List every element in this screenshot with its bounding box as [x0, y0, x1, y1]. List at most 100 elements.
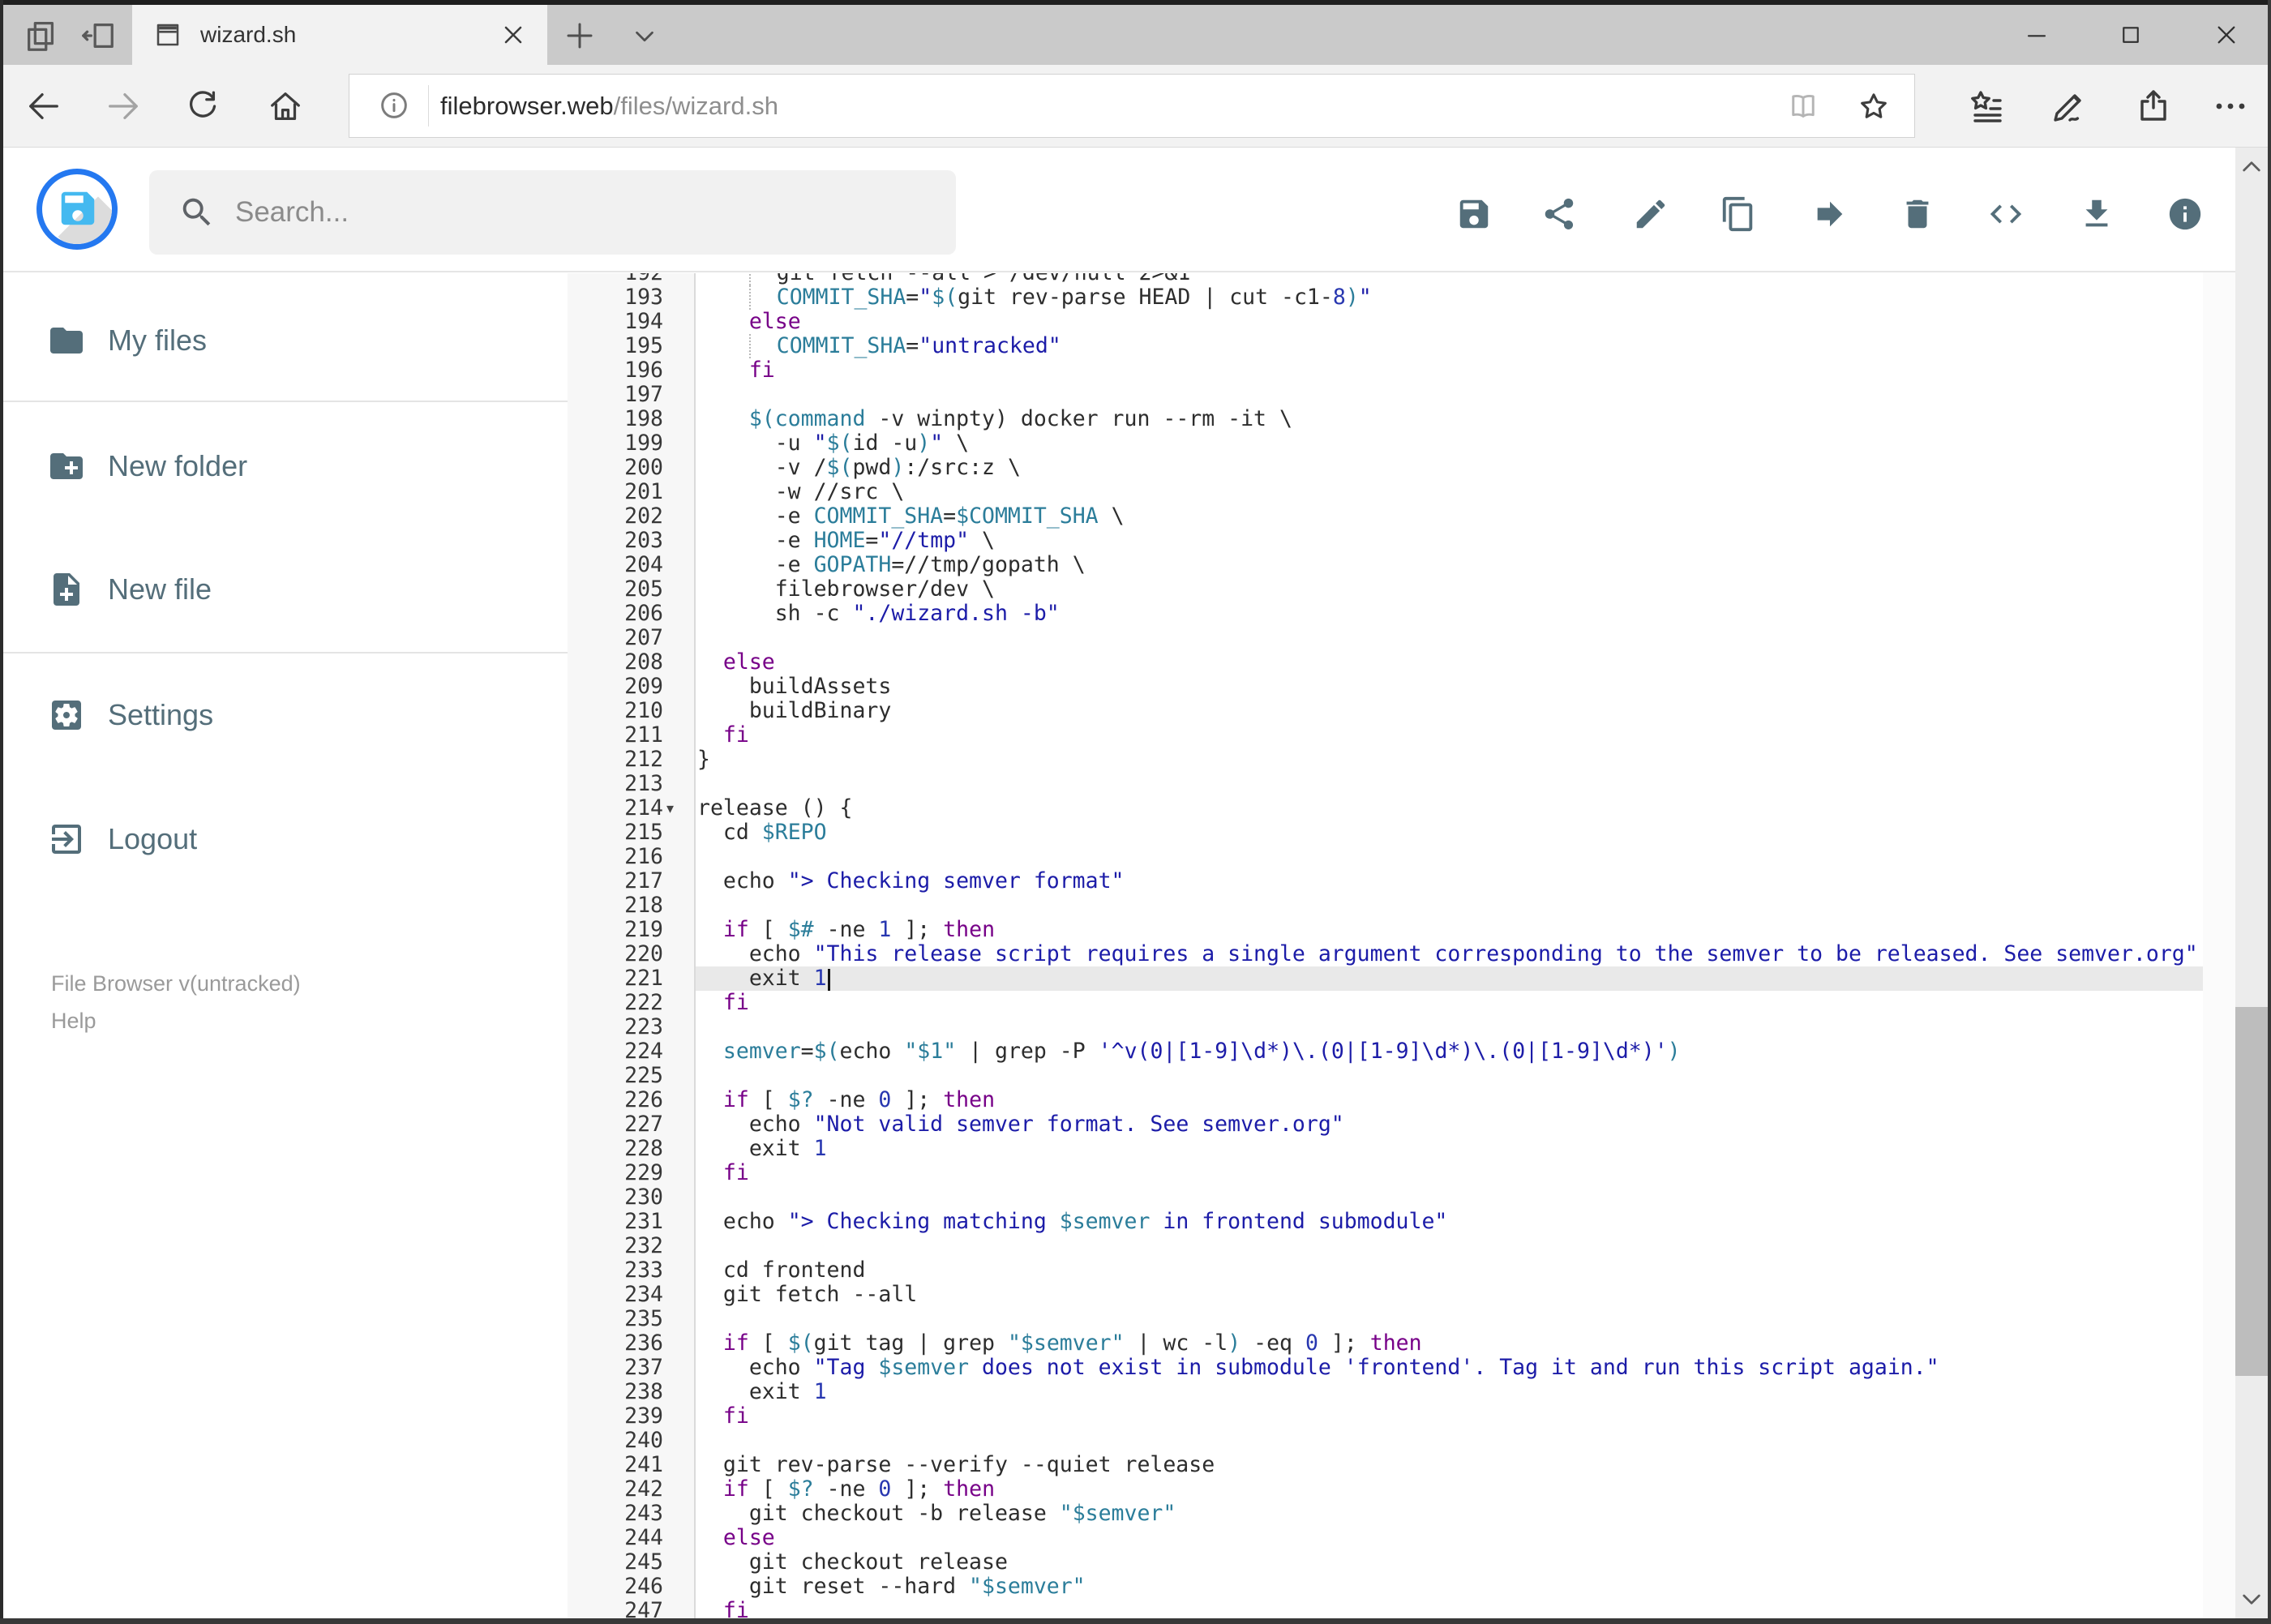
- favorites-hub-icon[interactable]: [1967, 87, 2006, 126]
- code-line-237[interactable]: 237 echo "Tag $semver does not exist in …: [568, 1356, 2203, 1380]
- code-view-button[interactable]: [1980, 188, 2032, 240]
- code-line-206[interactable]: 206 sh -c "./wizard.sh -b": [568, 602, 2203, 626]
- code-line-246[interactable]: 246 git reset --hard "$semver": [568, 1575, 2203, 1599]
- browser-tab[interactable]: wizard.sh: [132, 5, 547, 65]
- code-line-193[interactable]: 193 COMMIT_SHA="$(git rev-parse HEAD | c…: [568, 285, 2203, 310]
- sidebar-item-new-file[interactable]: New file: [3, 551, 571, 628]
- code-line-200[interactable]: 200 -v /$(pwd):/src:z \: [568, 456, 2203, 480]
- code-line-192[interactable]: 192 git fetch --all > /dev/null 2>&1: [568, 273, 2203, 285]
- code-line-232[interactable]: 232: [568, 1234, 2203, 1258]
- code-line-197[interactable]: 197: [568, 383, 2203, 407]
- code-line-226[interactable]: 226 if [ $? -ne 0 ]; then: [568, 1088, 2203, 1112]
- code-line-208[interactable]: 208 else: [568, 650, 2203, 675]
- set-tabs-aside-button[interactable]: [79, 17, 117, 54]
- web-notes-pen-icon[interactable]: [2050, 87, 2089, 126]
- reading-view-icon[interactable]: [1786, 89, 1820, 123]
- code-line-242[interactable]: 242 if [ $? -ne 0 ]; then: [568, 1477, 2203, 1502]
- code-line-212[interactable]: 212}: [568, 748, 2203, 772]
- url-field[interactable]: filebrowser.web/files/wizard.sh: [349, 74, 1915, 138]
- code-line-222[interactable]: 222 fi: [568, 991, 2203, 1015]
- delete-button[interactable]: [1892, 188, 1943, 240]
- tab-close-icon[interactable]: [499, 20, 528, 49]
- code-line-199[interactable]: 199 -u "$(id -u)" \: [568, 431, 2203, 456]
- help-link[interactable]: Help: [51, 1009, 96, 1034]
- favorite-star-icon[interactable]: [1856, 88, 1892, 124]
- code-line-225[interactable]: 225: [568, 1064, 2203, 1088]
- code-line-203[interactable]: 203 -e HOME="//tmp" \: [568, 529, 2203, 553]
- code-line-220[interactable]: 220 echo "This release script requires a…: [568, 942, 2203, 966]
- code-line-223[interactable]: 223: [568, 1015, 2203, 1039]
- code-editor[interactable]: 192 git fetch --all > /dev/null 2>&1193 …: [568, 273, 2203, 1623]
- code-line-236[interactable]: 236 if [ $(git tag | grep "$semver" | wc…: [568, 1331, 2203, 1356]
- search-bar[interactable]: [149, 170, 956, 255]
- code-line-194[interactable]: 194 else: [568, 310, 2203, 334]
- code-line-227[interactable]: 227 echo "Not valid semver format. See s…: [568, 1112, 2203, 1137]
- code-line-229[interactable]: 229 fi: [568, 1161, 2203, 1185]
- code-line-239[interactable]: 239 fi: [568, 1404, 2203, 1429]
- code-line-211[interactable]: 211 fi: [568, 723, 2203, 748]
- code-line-240[interactable]: 240: [568, 1429, 2203, 1453]
- filebrowser-logo[interactable]: [36, 169, 118, 250]
- sidebar-item-my-files[interactable]: My files: [3, 302, 571, 379]
- move-button[interactable]: [1804, 188, 1856, 240]
- copy-button[interactable]: [1712, 188, 1764, 240]
- home-button[interactable]: [267, 88, 304, 125]
- code-line-219[interactable]: 219 if [ $# -ne 1 ]; then: [568, 918, 2203, 942]
- rename-button[interactable]: [1625, 188, 1677, 240]
- share-button[interactable]: [1533, 188, 1585, 240]
- code-line-241[interactable]: 241 git rev-parse --verify --quiet relea…: [568, 1453, 2203, 1477]
- code-line-195[interactable]: 195 COMMIT_SHA="untracked": [568, 334, 2203, 358]
- info-button[interactable]: [2159, 188, 2211, 240]
- code-line-201[interactable]: 201 -w //src \: [568, 480, 2203, 504]
- code-line-205[interactable]: 205 filebrowser/dev \: [568, 577, 2203, 602]
- code-line-207[interactable]: 207: [568, 626, 2203, 650]
- code-line-213[interactable]: 213: [568, 772, 2203, 796]
- code-line-228[interactable]: 228 exit 1: [568, 1137, 2203, 1161]
- code-line-244[interactable]: 244 else: [568, 1526, 2203, 1550]
- code-line-215[interactable]: 215 cd $REPO: [568, 821, 2203, 845]
- code-line-209[interactable]: 209 buildAssets: [568, 675, 2203, 699]
- code-line-202[interactable]: 202 -e COMMIT_SHA=$COMMIT_SHA \: [568, 504, 2203, 529]
- search-input[interactable]: [234, 170, 931, 255]
- code-line-231[interactable]: 231 echo "> Checking matching $semver in…: [568, 1210, 2203, 1234]
- code-line-218[interactable]: 218: [568, 893, 2203, 918]
- sidebar-item-logout[interactable]: Logout: [3, 800, 571, 878]
- code-line-198[interactable]: 198 $(command -v winpty) docker run --rm…: [568, 407, 2203, 431]
- page-scrollbar[interactable]: [2235, 148, 2268, 1618]
- code-line-216[interactable]: 216: [568, 845, 2203, 869]
- close-button[interactable]: [2190, 5, 2263, 65]
- download-button[interactable]: [2071, 188, 2123, 240]
- code-line-210[interactable]: 210 buildBinary: [568, 699, 2203, 723]
- tab-list-chevron-icon[interactable]: [629, 21, 660, 52]
- save-button[interactable]: [1448, 188, 1500, 240]
- share-page-icon[interactable]: [2134, 87, 2173, 126]
- maximize-button[interactable]: [2094, 5, 2167, 65]
- forward-button[interactable]: [105, 88, 142, 125]
- more-options-icon[interactable]: [2211, 87, 2250, 126]
- code-line-245[interactable]: 245 git checkout release: [568, 1550, 2203, 1575]
- back-button[interactable]: [25, 88, 62, 125]
- scroll-up-icon[interactable]: [2239, 154, 2265, 180]
- refresh-button[interactable]: [184, 88, 221, 125]
- code-line-217[interactable]: 217 echo "> Checking semver format": [568, 869, 2203, 893]
- code-line-230[interactable]: 230: [568, 1185, 2203, 1210]
- tab-preview-button[interactable]: [23, 17, 60, 54]
- code-line-221[interactable]: 221 exit 1: [568, 966, 2203, 991]
- scrollbar-thumb[interactable]: [2235, 1007, 2268, 1376]
- site-info-icon[interactable]: [377, 88, 411, 122]
- code-line-233[interactable]: 233 cd frontend: [568, 1258, 2203, 1283]
- scroll-down-icon[interactable]: [2239, 1586, 2265, 1612]
- code-line-196[interactable]: 196 fi: [568, 358, 2203, 383]
- code-line-234[interactable]: 234 git fetch --all: [568, 1283, 2203, 1307]
- code-line-204[interactable]: 204 -e GOPATH=//tmp/gopath \: [568, 553, 2203, 577]
- code-line-214[interactable]: 214 ▾ release () {: [568, 796, 2203, 821]
- minimize-button[interactable]: [2000, 5, 2073, 65]
- sidebar-item-settings[interactable]: Settings: [3, 676, 571, 754]
- new-tab-button[interactable]: [563, 19, 597, 53]
- code-line-243[interactable]: 243 git checkout -b release "$semver": [568, 1502, 2203, 1526]
- code-line-235[interactable]: 235: [568, 1307, 2203, 1331]
- code-line-224[interactable]: 224 semver=$(echo "$1" | grep -P '^v(0|[…: [568, 1039, 2203, 1064]
- fold-arrow-icon[interactable]: ▾: [663, 796, 696, 821]
- code-line-238[interactable]: 238 exit 1: [568, 1380, 2203, 1404]
- sidebar-item-new-folder[interactable]: New folder: [3, 427, 571, 505]
